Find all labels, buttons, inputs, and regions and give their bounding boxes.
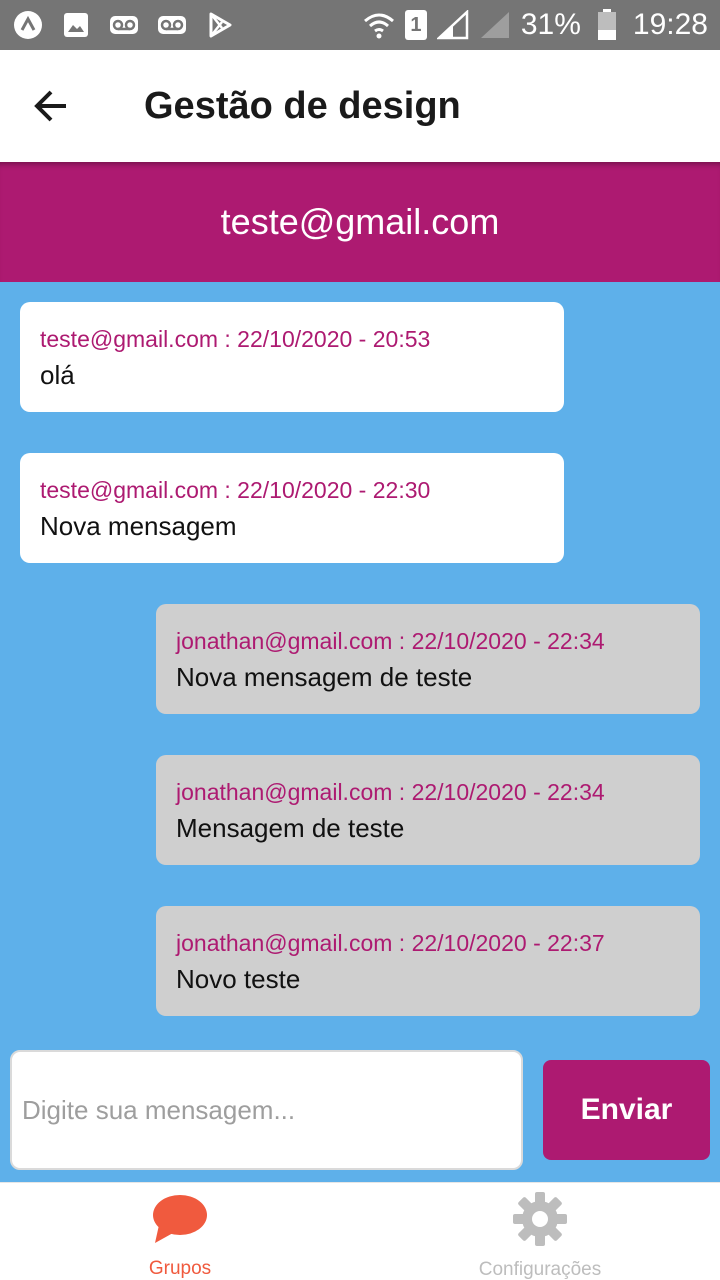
- sim-icon: 1: [404, 10, 427, 40]
- message-list[interactable]: teste@gmail.com : 22/10/2020 - 20:53 olá…: [0, 282, 720, 1182]
- contact-name: teste@gmail.com: [220, 201, 500, 242]
- voicemail-icon: [108, 9, 140, 41]
- message-bubble-sent: jonathan@gmail.com : 22/10/2020 - 22:37 …: [156, 906, 700, 1016]
- message-meta: jonathan@gmail.com : 22/10/2020 - 22:34: [176, 628, 605, 654]
- back-button[interactable]: [12, 66, 92, 146]
- image-icon: [60, 9, 92, 41]
- chat-bubble-icon: [150, 1191, 210, 1246]
- gear-icon: [510, 1191, 570, 1247]
- signal-icon: [479, 9, 511, 41]
- nav-item-configuracoes[interactable]: Configurações: [360, 1183, 720, 1280]
- message-meta: teste@gmail.com : 22/10/2020 - 22:30: [40, 477, 431, 503]
- chat-contact-header: teste@gmail.com: [0, 162, 720, 282]
- message-bubble-received: teste@gmail.com : 22/10/2020 - 20:53 olá: [20, 302, 564, 412]
- message-text: Novo teste: [176, 964, 301, 994]
- battery-icon: [591, 9, 623, 41]
- battery-percent: 31%: [520, 8, 581, 41]
- nav-item-grupos[interactable]: Grupos: [0, 1183, 360, 1280]
- status-bar: 1 31% 19:28: [0, 0, 720, 50]
- message-text: Mensagem de teste: [176, 813, 405, 843]
- message-text: Nova mensagem de teste: [176, 662, 473, 692]
- message-bubble-sent: jonathan@gmail.com : 22/10/2020 - 22:34 …: [156, 755, 700, 865]
- nav-label: Configurações: [478, 1259, 602, 1280]
- nav-label: Grupos: [148, 1258, 212, 1279]
- message-text: Nova mensagem: [40, 511, 237, 541]
- app-bar: Gestão de design: [0, 50, 720, 162]
- app-icon: [12, 9, 44, 41]
- page-title: Gestão de design: [144, 84, 461, 127]
- arrow-left-icon: [34, 90, 66, 122]
- wifi-icon: [363, 9, 395, 41]
- message-input[interactable]: [10, 1050, 523, 1170]
- play-store-icon: [204, 9, 236, 41]
- message-bubble-sent: jonathan@gmail.com : 22/10/2020 - 22:34 …: [156, 604, 700, 714]
- voicemail-icon: [156, 9, 188, 41]
- send-button[interactable]: Enviar: [543, 1060, 710, 1160]
- bottom-navigation: Grupos Configurações: [0, 1182, 720, 1280]
- chat-screen: 1 31% 19:28 Gestão de design teste@gmail…: [0, 0, 720, 1280]
- message-meta: jonathan@gmail.com : 22/10/2020 - 22:34: [176, 779, 605, 805]
- status-time: 19:28: [632, 8, 708, 41]
- signal-icon: [436, 9, 469, 41]
- message-meta: teste@gmail.com : 22/10/2020 - 20:53: [40, 326, 431, 352]
- message-bubble-received: teste@gmail.com : 22/10/2020 - 22:30 Nov…: [20, 453, 564, 563]
- message-text: olá: [40, 360, 75, 390]
- message-meta: jonathan@gmail.com : 22/10/2020 - 22:37: [176, 930, 605, 956]
